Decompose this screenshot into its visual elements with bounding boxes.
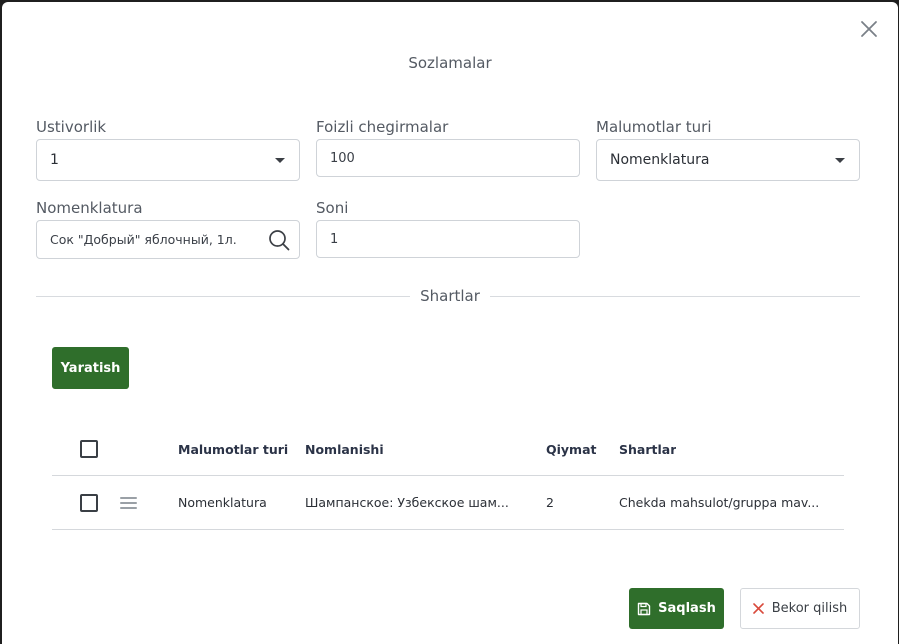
data-type-value: Nomenklatura — [610, 152, 710, 168]
row-data-type: Nomenklatura — [178, 495, 267, 510]
chevron-down-icon — [835, 158, 845, 163]
drag-handle-icon[interactable] — [120, 496, 137, 509]
select-all-checkbox[interactable] — [80, 440, 98, 458]
nomenclature-search-input[interactable]: Сок "Добрый" яблочный, 1л. — [36, 220, 300, 259]
row-condition: Chekda mahsulot/gruppa mav... — [619, 495, 820, 510]
dialog-title: Sozlamalar — [408, 54, 492, 72]
count-input[interactable]: 1 — [316, 220, 580, 258]
data-type-label: Malumotlar turi — [596, 118, 712, 136]
column-header-value[interactable]: Qiymat — [546, 423, 597, 475]
cancel-label: Bekor qilish — [771, 601, 848, 616]
close-icon — [861, 21, 877, 37]
search-icon[interactable] — [268, 229, 290, 251]
save-button[interactable]: Saqlash — [629, 588, 724, 629]
data-type-select[interactable]: Nomenklatura — [596, 139, 860, 181]
table-row[interactable]: Nomenklatura Шампанское: Узбекское шам..… — [52, 476, 844, 530]
column-header-conditions[interactable]: Shartlar — [619, 423, 676, 475]
close-button[interactable] — [858, 18, 880, 40]
conditions-table: Malumotlar turi Nomlanishi Qiymat Shartl… — [52, 423, 844, 530]
discount-label: Foizli chegirmalar — [316, 118, 449, 136]
discount-field: Foizli chegirmalar 100 — [316, 117, 580, 177]
priority-select[interactable]: 1 — [36, 139, 300, 181]
nomenclature-label: Nomenklatura — [36, 199, 143, 217]
save-icon — [637, 602, 651, 615]
conditions-section-label: Shartlar — [410, 287, 490, 305]
table-header: Malumotlar turi Nomlanishi Qiymat Shartl… — [52, 423, 844, 476]
row-value: 2 — [546, 495, 554, 510]
priority-label: Ustivorlik — [36, 118, 107, 136]
data-type-field: Malumotlar turi Nomenklatura — [596, 117, 860, 181]
row-name: Шампанское: Узбекское шам... — [305, 495, 509, 510]
nomenclature-field: Nomenklatura Сок "Добрый" яблочный, 1л. — [36, 198, 300, 259]
chevron-down-icon — [275, 158, 285, 163]
count-label: Soni — [316, 199, 349, 217]
conditions-section-title: Shartlar — [2, 286, 898, 305]
column-header-name[interactable]: Nomlanishi — [305, 423, 384, 475]
count-value: 1 — [330, 231, 339, 247]
row-checkbox[interactable] — [80, 493, 98, 512]
nomenclature-value: Сок "Добрый" яблочный, 1л. — [50, 232, 237, 247]
create-button[interactable]: Yaratish — [52, 347, 129, 389]
cancel-button[interactable]: Bekor qilish — [740, 588, 860, 629]
discount-value: 100 — [330, 150, 355, 166]
priority-value: 1 — [50, 152, 59, 168]
count-field: Soni 1 — [316, 198, 580, 258]
settings-dialog: Sozlamalar Ustivorlik 1 Foizli chegirmal… — [2, 2, 898, 644]
close-icon — [752, 603, 764, 614]
priority-field: Ustivorlik 1 — [36, 117, 300, 181]
column-header-data-type[interactable]: Malumotlar turi — [178, 423, 288, 475]
discount-input[interactable]: 100 — [316, 139, 580, 177]
save-label: Saqlash — [658, 601, 716, 616]
